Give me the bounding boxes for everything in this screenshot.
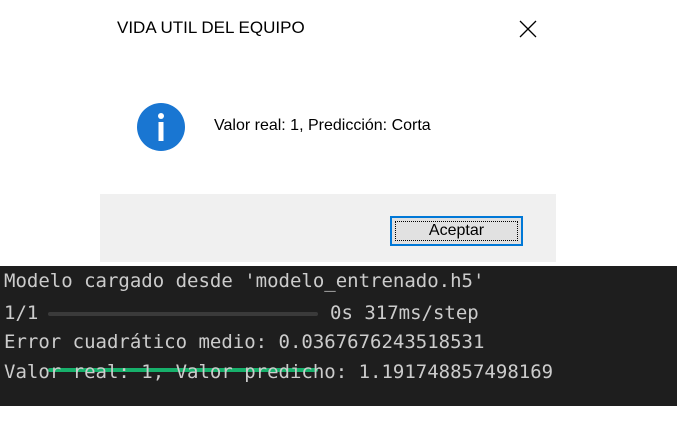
- ok-button[interactable]: Aceptar: [390, 216, 523, 246]
- info-icon: [137, 103, 185, 151]
- terminal-line-prediction: Valor real: 1, Valor predicho: 1.1917488…: [4, 361, 554, 383]
- ok-button-label: Aceptar: [428, 222, 485, 239]
- terminal-output: Modelo cargado desde 'modelo_entrenado.h…: [0, 266, 677, 406]
- terminal-line-model-loaded: Modelo cargado desde 'modelo_entrenado.h…: [4, 270, 485, 292]
- message-dialog: VIDA UTIL DEL EQUIPO Valor real: 1, Pred…: [100, 0, 556, 262]
- close-button[interactable]: [500, 0, 556, 58]
- progress-bar: [48, 312, 318, 372]
- dialog-title: VIDA UTIL DEL EQUIPO: [117, 18, 305, 37]
- dialog-footer: Aceptar: [100, 194, 556, 262]
- dialog-message: Valor real: 1, Predicción: Corta: [214, 117, 431, 134]
- step-timing: 0s 317ms/step: [330, 302, 479, 324]
- close-icon: [519, 20, 537, 38]
- terminal-line-progress: 1/1 0s 317ms/step: [4, 299, 479, 372]
- dialog-body: Valor real: 1, Predicción: Corta: [100, 58, 556, 194]
- terminal-line-mse: Error cuadrático medio: 0.03676762435185…: [4, 331, 485, 353]
- step-count: 1/1: [4, 302, 39, 324]
